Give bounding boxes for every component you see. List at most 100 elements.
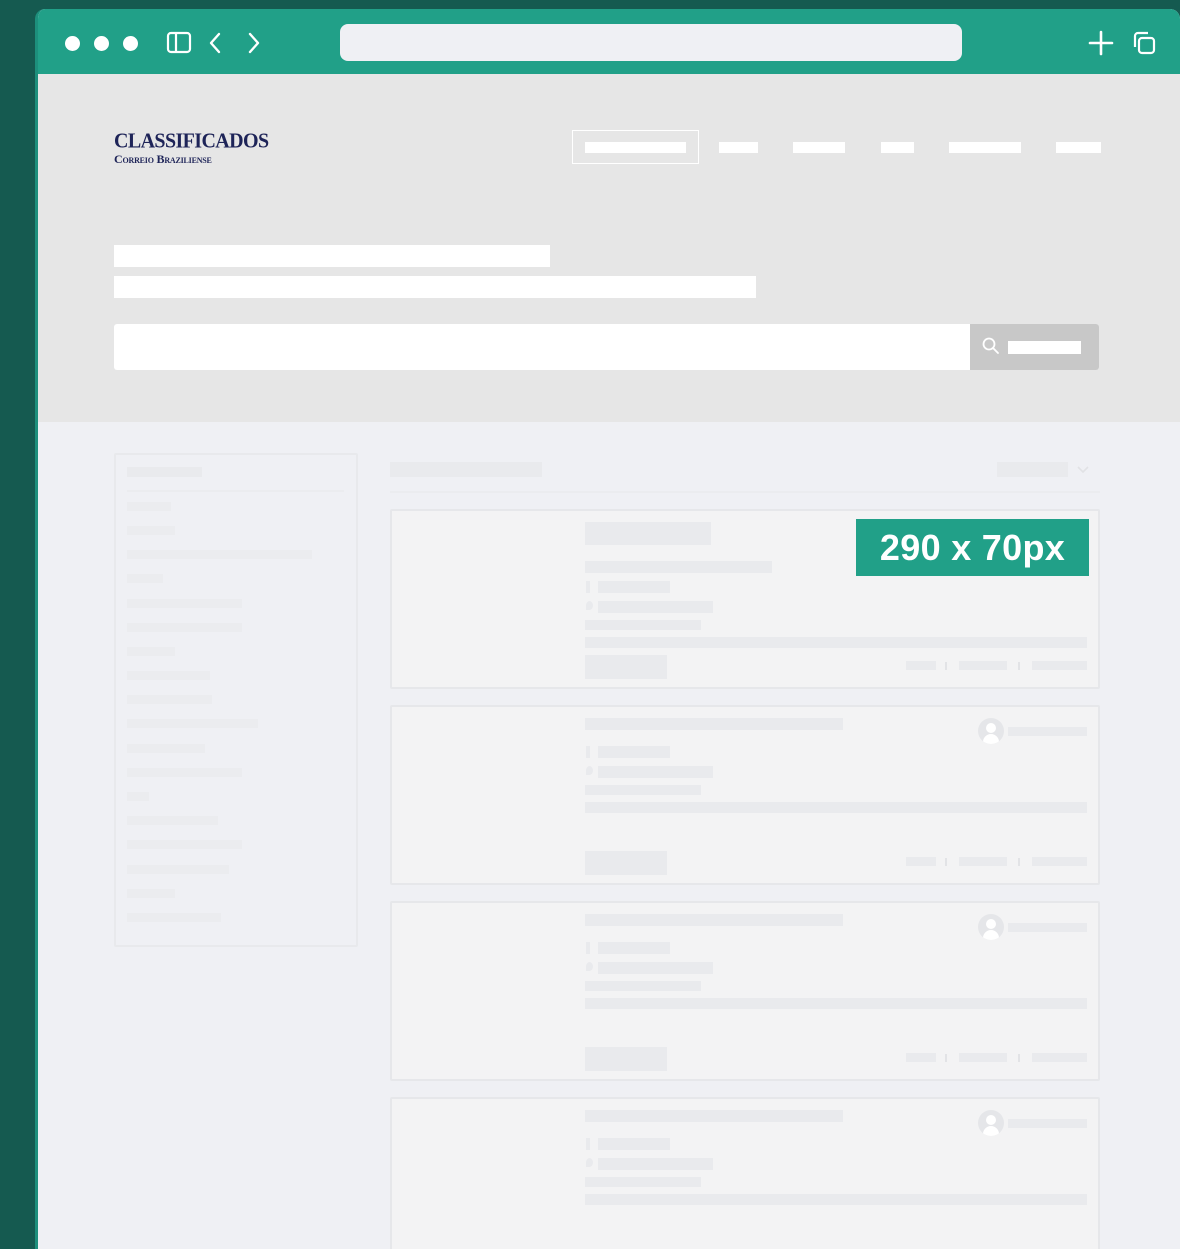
filter-item[interactable]	[127, 550, 312, 559]
chevron-down-icon[interactable]	[1076, 464, 1090, 476]
sort-dropdown[interactable]	[997, 462, 1068, 477]
listing-meta-placeholder	[585, 981, 701, 991]
listing-description-placeholder	[585, 802, 1087, 813]
window-minimize-dot-icon[interactable]	[94, 36, 109, 51]
listing-footer-item	[906, 661, 936, 670]
separator	[1018, 1054, 1020, 1062]
filter-item[interactable]	[127, 816, 218, 825]
filter-item[interactable]	[127, 526, 175, 535]
listing-footer-item	[1032, 857, 1087, 866]
logo-subtitle: Correio Braziliense	[114, 152, 212, 166]
search-input[interactable]	[114, 324, 970, 370]
seller-avatar-icon[interactable]	[978, 914, 1004, 940]
listing-details	[575, 903, 1098, 1079]
listing-footer-item	[959, 1053, 1007, 1062]
filter-item[interactable]	[127, 840, 242, 849]
results-count-placeholder	[390, 462, 542, 477]
listing-meta-placeholder	[585, 785, 701, 795]
results-divider	[390, 491, 1100, 493]
window-maximize-dot-icon[interactable]	[123, 36, 138, 51]
listing-meta-placeholder	[585, 1177, 701, 1187]
nav-item-6[interactable]	[1056, 142, 1101, 153]
nav-item-active[interactable]	[572, 130, 699, 164]
category-icon	[586, 942, 590, 954]
sidebar-toggle-icon[interactable]	[165, 29, 193, 57]
filter-item[interactable]	[127, 792, 149, 801]
separator	[945, 1054, 947, 1062]
filter-item[interactable]	[127, 574, 163, 583]
filter-item[interactable]	[127, 719, 258, 728]
search-button-label-placeholder	[1008, 341, 1081, 354]
listing-card[interactable]	[390, 705, 1100, 885]
back-arrow-icon[interactable]	[203, 29, 227, 57]
browser-toolbar	[38, 9, 1180, 74]
browser-window: CLASSIFICADOS Correio Braziliense 290 x …	[35, 9, 1180, 1249]
listing-price-placeholder	[585, 1047, 667, 1071]
filter-item[interactable]	[127, 502, 171, 511]
filter-item[interactable]	[127, 744, 205, 753]
listing-footer-item	[959, 857, 1007, 866]
listing-title-placeholder	[585, 561, 772, 573]
category-icon	[586, 746, 590, 758]
nav-item-2[interactable]	[719, 142, 758, 153]
nav-item-5[interactable]	[949, 142, 1021, 153]
listing-location-placeholder	[598, 601, 713, 613]
nav-item-label-placeholder	[585, 142, 686, 153]
location-pin-icon	[586, 1158, 593, 1167]
duplicate-tabs-icon[interactable]	[1130, 29, 1158, 57]
listing-location-placeholder	[598, 766, 713, 778]
address-bar[interactable]	[340, 24, 962, 61]
listing-card[interactable]	[390, 901, 1100, 1081]
filter-item[interactable]	[127, 695, 212, 704]
listing-price-placeholder	[585, 851, 667, 875]
logo-title: CLASSIFICADOS	[114, 129, 269, 153]
search-button[interactable]	[970, 324, 1099, 370]
seller-name-placeholder	[1008, 923, 1087, 932]
seller-name-placeholder	[1008, 1119, 1087, 1128]
site-logo[interactable]: CLASSIFICADOS Correio Braziliense	[114, 129, 269, 166]
location-pin-icon	[586, 962, 593, 971]
listing-description-placeholder	[585, 637, 1087, 648]
filter-item[interactable]	[127, 599, 242, 608]
filter-item[interactable]	[127, 768, 242, 777]
seller-avatar-icon[interactable]	[978, 718, 1004, 744]
listing-meta-placeholder	[585, 620, 701, 630]
filter-item[interactable]	[127, 647, 175, 656]
listing-category-placeholder	[598, 746, 670, 758]
listing-footer-item	[906, 857, 936, 866]
filter-item[interactable]	[127, 913, 221, 922]
listing-description-placeholder	[585, 998, 1087, 1009]
listing-category-placeholder	[598, 942, 670, 954]
listing-location-placeholder	[598, 962, 713, 974]
category-icon	[586, 581, 590, 593]
hero-section: CLASSIFICADOS Correio Braziliense	[38, 74, 1180, 422]
listing-thumbnail	[392, 511, 575, 687]
listing-card[interactable]	[390, 1097, 1100, 1249]
filter-item[interactable]	[127, 865, 229, 874]
listing-price-placeholder	[585, 655, 667, 679]
location-pin-icon	[586, 601, 593, 610]
listing-thumbnail	[392, 903, 575, 1079]
results-area: 290 x 70px	[38, 422, 1180, 1249]
listing-footer-item	[1032, 661, 1087, 670]
separator	[1018, 858, 1020, 866]
category-icon	[586, 1138, 590, 1150]
listing-location-placeholder	[598, 1158, 713, 1170]
nav-item-4[interactable]	[881, 142, 914, 153]
search-icon	[982, 337, 999, 354]
listing-details	[575, 707, 1098, 883]
filter-item[interactable]	[127, 623, 242, 632]
new-tab-plus-icon[interactable]	[1087, 29, 1115, 57]
ad-size-banner[interactable]: 290 x 70px	[856, 519, 1089, 576]
window-close-dot-icon[interactable]	[65, 36, 80, 51]
listing-title-placeholder	[585, 718, 843, 730]
seller-avatar-icon[interactable]	[978, 1110, 1004, 1136]
forward-arrow-icon[interactable]	[242, 29, 266, 57]
listing-title-placeholder	[585, 1110, 843, 1122]
nav-item-3[interactable]	[793, 142, 845, 153]
filter-item[interactable]	[127, 889, 175, 898]
separator	[1018, 662, 1020, 670]
filters-sidebar	[114, 453, 358, 947]
filter-item[interactable]	[127, 671, 210, 680]
seller-name-placeholder	[1008, 727, 1087, 736]
